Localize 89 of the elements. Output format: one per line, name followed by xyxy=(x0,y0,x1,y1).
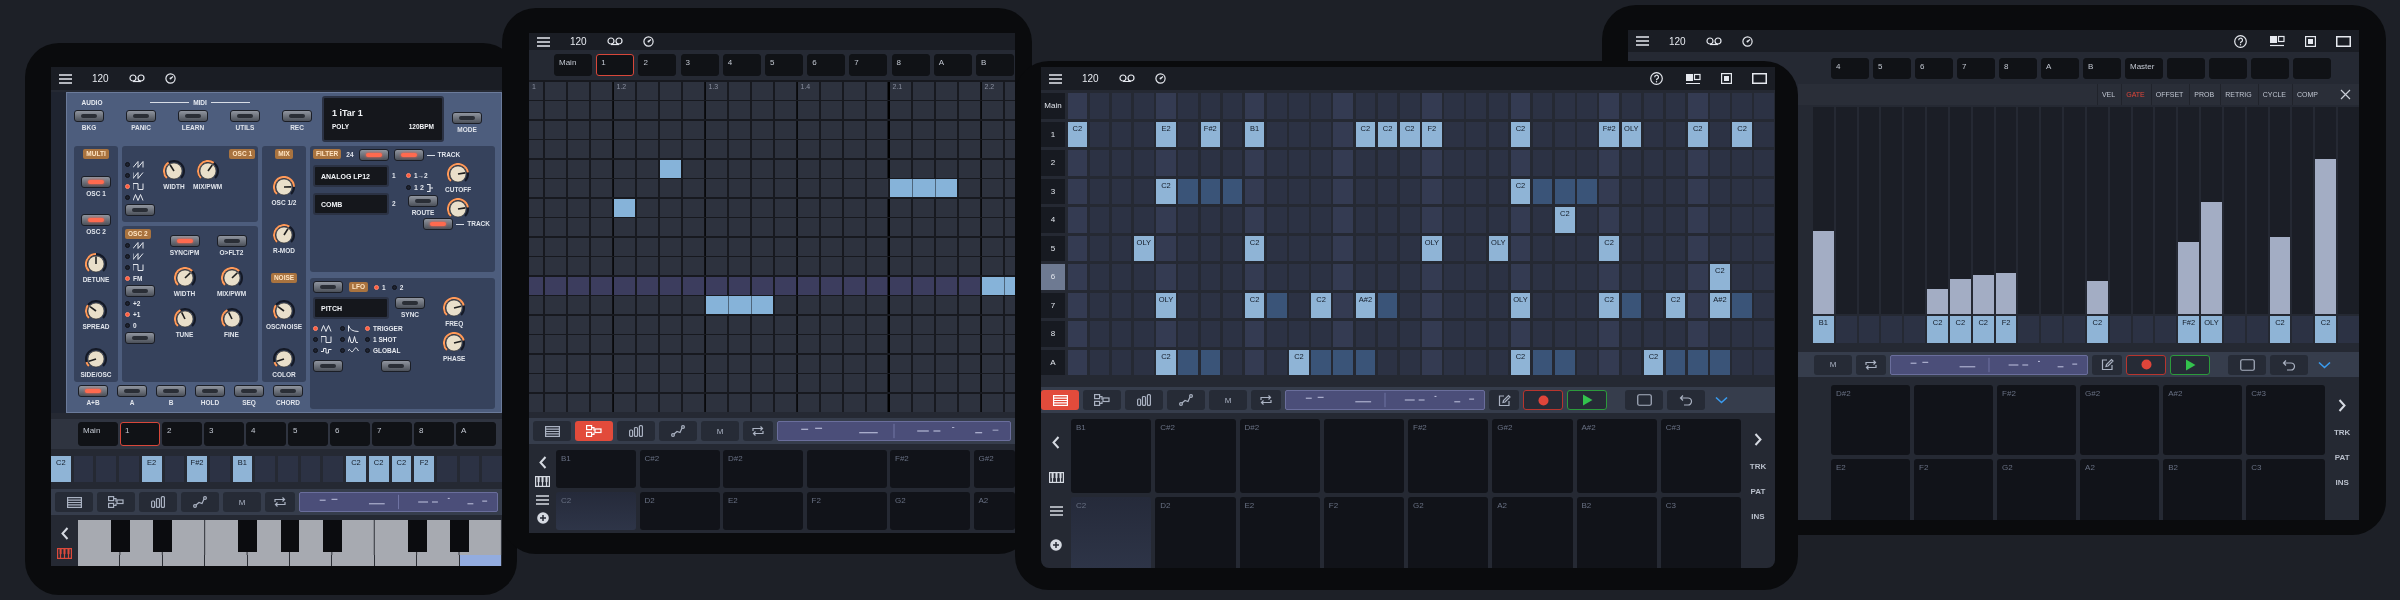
track-tab[interactable]: 8 xyxy=(1999,58,2037,79)
row-label[interactable]: 1 xyxy=(1041,121,1065,147)
row-label[interactable]: 6 xyxy=(1041,264,1065,290)
note-pad[interactable]: G#2 xyxy=(1492,419,1573,493)
track-tab[interactable]: A xyxy=(2041,58,2079,79)
side-label[interactable]: TRK xyxy=(1749,462,1767,471)
note-pad[interactable]: F#2 xyxy=(890,450,970,488)
row-label[interactable]: A xyxy=(1041,349,1065,375)
track-tab[interactable]: 1 xyxy=(120,422,160,446)
track-tab[interactable]: 4 xyxy=(246,422,286,446)
tempo-readout[interactable]: 120 xyxy=(570,36,587,47)
note-pad[interactable]: C#2 xyxy=(639,450,720,488)
row-label[interactable]: Main xyxy=(1041,93,1065,119)
track-tab[interactable]: A xyxy=(456,422,496,446)
track-tab[interactable]: 8 xyxy=(414,422,454,446)
note-pad[interactable]: G#2 xyxy=(2080,385,2160,455)
text-button[interactable]: M xyxy=(701,421,739,441)
note-pad[interactable]: B2 xyxy=(2163,459,2243,520)
track-tab[interactable]: Main xyxy=(554,54,592,76)
track-tab[interactable]: 7 xyxy=(849,54,888,76)
note-pad[interactable]: F2 xyxy=(1914,459,1994,520)
note-pad[interactable]: B2 xyxy=(1576,497,1657,568)
tempo-readout[interactable]: 120 xyxy=(92,73,109,84)
tempo-readout[interactable]: 120 xyxy=(1082,73,1099,84)
note-pad[interactable]: C#3 xyxy=(1660,419,1741,493)
track-tab[interactable]: 3 xyxy=(680,54,719,76)
note-pad[interactable]: C3 xyxy=(1660,497,1741,568)
side-label[interactable]: INS xyxy=(1751,512,1765,521)
track-tab[interactable]: B xyxy=(2083,58,2121,79)
track-tab[interactable]: 6 xyxy=(807,54,846,76)
note-pad[interactable]: A2 xyxy=(1492,497,1573,568)
track-tab[interactable]: 2 xyxy=(162,422,202,446)
side-label[interactable]: INS xyxy=(2335,478,2349,487)
track-tab[interactable]: 1 xyxy=(596,54,635,76)
row-label[interactable]: 8 xyxy=(1041,321,1065,347)
row-label[interactable]: 2 xyxy=(1041,150,1065,176)
note-pad[interactable]: F2 xyxy=(1323,497,1404,568)
row-label[interactable]: 3 xyxy=(1041,178,1065,204)
track-tab[interactable]: Master xyxy=(2125,58,2163,79)
tempo-readout[interactable]: 120 xyxy=(1669,35,1686,47)
note-pad[interactable]: F#2 xyxy=(1997,385,2077,455)
track-tab[interactable]: 8 xyxy=(891,54,930,76)
row-label[interactable]: 7 xyxy=(1041,292,1065,318)
note-pad[interactable]: F#2 xyxy=(1408,419,1489,493)
preset-name: 1 iTar 1 xyxy=(332,108,364,118)
note-pad[interactable]: E2 xyxy=(723,492,803,530)
track-tab[interactable]: 5 xyxy=(288,422,328,446)
note-pad[interactable]: D2 xyxy=(1155,497,1236,568)
text-button[interactable]: M xyxy=(223,492,261,512)
track-tab[interactable]: A xyxy=(933,54,972,76)
note-pad[interactable]: D2 xyxy=(639,492,720,530)
row-label[interactable]: 5 xyxy=(1041,235,1065,261)
note-pad[interactable]: A2 xyxy=(973,492,1015,530)
side-label[interactable]: PAT xyxy=(2334,453,2350,462)
track-tab[interactable]: 6 xyxy=(330,422,370,446)
text-button[interactable]: M xyxy=(1209,390,1247,410)
row-label[interactable]: 4 xyxy=(1041,207,1065,233)
note-pad[interactable]: G2 xyxy=(1997,459,2077,520)
track-tab[interactable]: Main xyxy=(78,422,118,446)
track-tab[interactable]: 4 xyxy=(722,54,761,76)
track-tab[interactable]: 6 xyxy=(1915,58,1953,79)
note-pad[interactable]: C#2 xyxy=(1155,419,1236,493)
note-pad[interactable]: F2 xyxy=(806,492,887,530)
track-tab[interactable]: 5 xyxy=(1873,58,1911,79)
note-pad[interactable]: A2 xyxy=(2080,459,2160,520)
text-button[interactable]: M xyxy=(1814,354,1852,375)
note-pad[interactable]: G2 xyxy=(1408,497,1489,568)
note-pad[interactable]: C3 xyxy=(2246,459,2326,520)
note-pad[interactable]: D#2 xyxy=(1239,419,1320,493)
note-pad[interactable]: E2 xyxy=(1831,459,1911,520)
note-pad[interactable]: B1 xyxy=(556,450,636,488)
note-pad[interactable]: G2 xyxy=(890,492,970,530)
note-pad[interactable]: A#2 xyxy=(2163,385,2243,455)
note-pad[interactable]: G#2 xyxy=(973,450,1015,488)
track-tab[interactable]: 3 xyxy=(204,422,244,446)
track-tab[interactable]: 7 xyxy=(372,422,412,446)
track-tab[interactable]: 2 xyxy=(638,54,677,76)
note-pad[interactable]: D#2 xyxy=(723,450,803,488)
track-tab[interactable]: 4 xyxy=(1831,58,1869,79)
track-tab[interactable]: 5 xyxy=(764,54,803,76)
note-pad[interactable]: A#2 xyxy=(1576,419,1657,493)
note-pad[interactable]: D#2 xyxy=(1831,385,1911,455)
note-pad[interactable]: C#3 xyxy=(2246,385,2326,455)
side-label[interactable]: TRK xyxy=(2333,428,2351,437)
note-pad[interactable]: B1 xyxy=(1071,419,1152,493)
track-tab[interactable]: B xyxy=(975,54,1014,76)
note-pad[interactable]: E2 xyxy=(1239,497,1320,568)
side-label[interactable]: PAT xyxy=(1750,487,1766,496)
track-tab[interactable]: 7 xyxy=(1957,58,1995,79)
